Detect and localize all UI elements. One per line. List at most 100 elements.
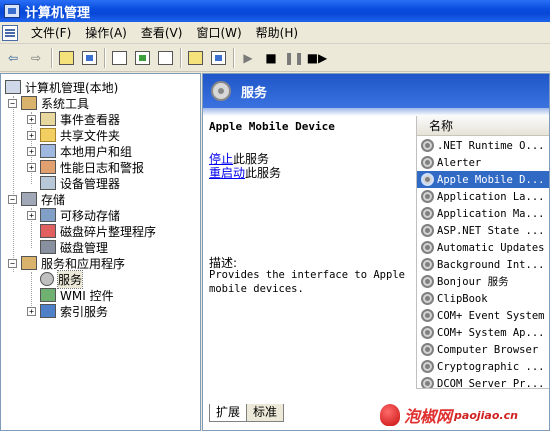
document-icon[interactable]: [2, 24, 18, 41]
service-name: Apple Mobile D...: [437, 173, 545, 186]
tree-node-event-viewer[interactable]: + 事件查看器: [27, 111, 120, 127]
menu-action[interactable]: 操作(A): [78, 23, 134, 43]
menu-help[interactable]: 帮助(H): [249, 23, 305, 43]
menu-window[interactable]: 窗口(W): [189, 23, 248, 43]
collapse-icon[interactable]: −: [8, 258, 17, 268]
toolbar-separator: [180, 48, 181, 68]
view-tabs: 扩展 标准: [209, 404, 285, 424]
service-gear-icon: [421, 139, 434, 152]
expand-icon[interactable]: +: [27, 114, 36, 124]
service-gear-icon: [421, 309, 434, 322]
service-name: ASP.NET State ...: [437, 224, 545, 237]
help-icon[interactable]: [185, 48, 205, 68]
service-row[interactable]: COM+ Event System: [417, 307, 549, 324]
tree-node-defrag[interactable]: 磁盘碎片整理程序: [40, 223, 156, 239]
tree-node-local-users[interactable]: + 本地用户和组: [27, 143, 132, 159]
service-gear-icon: [421, 377, 434, 388]
service-row[interactable]: Application La...: [417, 188, 549, 205]
service-row[interactable]: DCOM Server Pr...: [417, 375, 549, 388]
service-row[interactable]: ClipBook: [417, 290, 549, 307]
expand-icon[interactable]: +: [27, 162, 36, 172]
indexing-icon: [40, 304, 56, 318]
service-row[interactable]: Alerter: [417, 154, 549, 171]
service-row[interactable]: Automatic Updates: [417, 239, 549, 256]
tree-node-disk-management[interactable]: 磁盘管理: [40, 239, 108, 255]
tree-node-services-apps[interactable]: − 服务和应用程序: [8, 255, 125, 271]
menu-view[interactable]: 查看(V): [134, 23, 190, 43]
action-pane-icon[interactable]: [208, 48, 228, 68]
tree-node-indexing[interactable]: + 索引服务: [27, 303, 108, 319]
services-gear-icon: [211, 81, 231, 101]
restart-service-row: 重启动此服务: [209, 164, 281, 181]
title-bar[interactable]: 计算机管理: [0, 0, 550, 22]
collapse-icon[interactable]: −: [8, 194, 17, 204]
service-name: Computer Browser: [437, 343, 539, 356]
tree-label: 服务和应用程序: [41, 256, 126, 271]
tree-node-storage[interactable]: − 存储: [8, 191, 65, 207]
tools-icon: [21, 96, 37, 110]
service-name: Application Ma...: [437, 207, 545, 220]
restart-service-icon[interactable]: ■▶: [307, 48, 328, 68]
service-name: Application La...: [437, 190, 545, 203]
defrag-icon: [40, 224, 56, 238]
watermark-text: 泡椒网: [404, 407, 453, 426]
tree-label: 磁盘碎片整理程序: [60, 224, 157, 239]
services-gear-icon: [40, 272, 54, 286]
service-name: COM+ System Ap...: [437, 326, 545, 339]
properties-icon[interactable]: [109, 48, 129, 68]
show-hide-tree-icon[interactable]: [79, 48, 99, 68]
service-row[interactable]: Bonjour 服务: [417, 273, 549, 290]
shared-folder-icon: [40, 128, 56, 142]
service-row[interactable]: Application Ma...: [417, 205, 549, 222]
service-gear-icon: [421, 224, 434, 237]
service-gear-icon: [421, 326, 434, 339]
service-row[interactable]: Apple Mobile D...: [417, 171, 549, 188]
refresh-icon[interactable]: [132, 48, 152, 68]
console-tree: 计算机管理(本地) − 系统工具 + 事件查看器 + 共享文件夹 + 本地用户和…: [0, 73, 201, 431]
expand-icon[interactable]: +: [27, 210, 36, 220]
tree-label: 本地用户和组: [60, 144, 133, 159]
window-title: 计算机管理: [25, 5, 91, 21]
tab-extended[interactable]: 扩展: [209, 404, 248, 422]
watermark: 泡椒网 paojiao.cn: [380, 400, 550, 430]
tree-node-shared-folders[interactable]: + 共享文件夹: [27, 127, 120, 143]
device-manager-icon: [40, 176, 56, 190]
service-row[interactable]: Background Int...: [417, 256, 549, 273]
service-gear-icon: [421, 190, 434, 203]
service-row[interactable]: ASP.NET State ...: [417, 222, 549, 239]
collapse-icon[interactable]: −: [8, 98, 17, 108]
export-list-icon[interactable]: [155, 48, 175, 68]
stop-service-icon[interactable]: ■: [261, 48, 281, 68]
service-row[interactable]: Computer Browser: [417, 341, 549, 358]
service-row[interactable]: COM+ System Ap...: [417, 324, 549, 341]
restart-service-link[interactable]: 重启动: [209, 166, 245, 180]
event-viewer-icon: [40, 112, 56, 126]
back-arrow-icon[interactable]: ⇦: [3, 48, 23, 68]
expand-icon[interactable]: +: [27, 130, 36, 140]
toolbar-separator: [233, 48, 234, 68]
service-gear-icon: [421, 156, 434, 169]
tab-standard[interactable]: 标准: [246, 404, 285, 422]
pause-service-icon[interactable]: ❚❚: [284, 48, 304, 68]
computer-management-icon: [4, 4, 20, 18]
link-suffix: 此服务: [245, 166, 282, 180]
tree-node-services[interactable]: 服务: [40, 269, 84, 289]
forward-arrow-icon[interactable]: ⇨: [26, 48, 46, 68]
expand-icon[interactable]: +: [27, 306, 36, 316]
tree-node-system-tools[interactable]: − 系统工具: [8, 95, 89, 111]
menu-file[interactable]: 文件(F): [24, 23, 78, 43]
tree-node-removable-storage[interactable]: + 可移动存储: [27, 207, 120, 223]
start-service-icon[interactable]: ▶: [238, 48, 258, 68]
tree-node-perf-logs[interactable]: + 性能日志和警报: [27, 159, 144, 175]
services-header: 服务: [203, 74, 549, 108]
column-header-name[interactable]: 名称: [417, 116, 549, 136]
service-row[interactable]: Cryptographic ...: [417, 358, 549, 375]
tree-node-root[interactable]: 计算机管理(本地): [5, 79, 118, 95]
expand-icon[interactable]: +: [27, 146, 36, 156]
tree-label: WMI 控件: [60, 288, 114, 303]
up-folder-icon[interactable]: [56, 48, 76, 68]
service-name: Bonjour 服务: [437, 276, 509, 288]
service-row[interactable]: .NET Runtime O...: [417, 137, 549, 154]
tree-node-device-manager[interactable]: 设备管理器: [40, 175, 120, 191]
tree-node-wmi[interactable]: WMI 控件: [40, 287, 114, 303]
